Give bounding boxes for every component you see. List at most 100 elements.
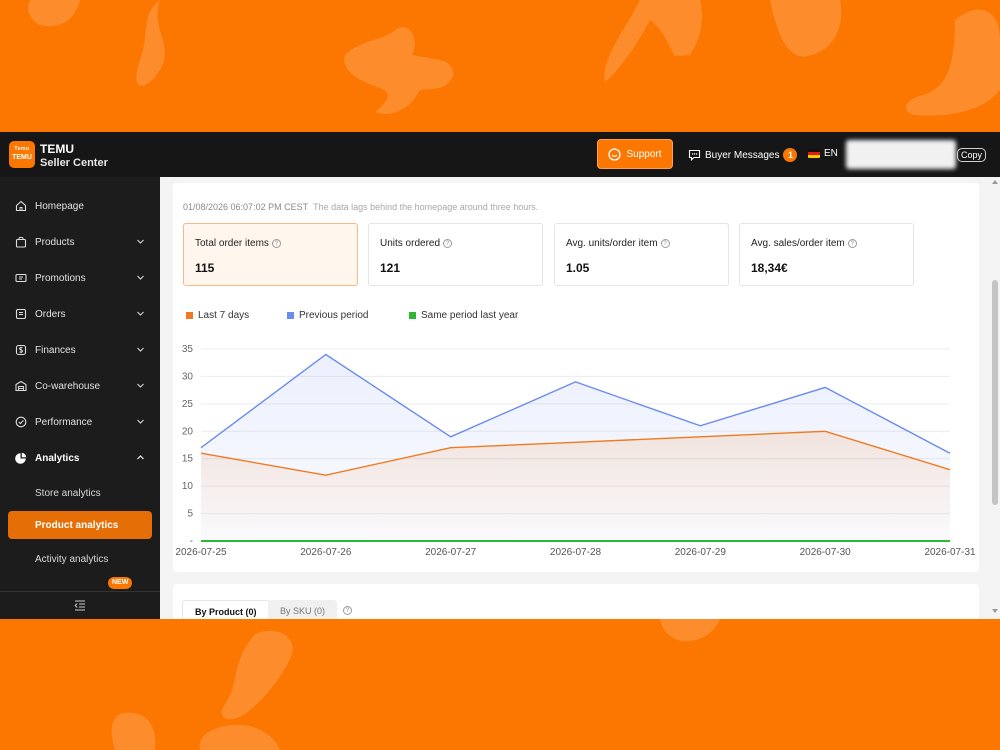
x-tick-label: 2026-07-26 bbox=[300, 547, 352, 558]
metric-card-total-order-items[interactable]: Total order items? 115 bbox=[183, 223, 358, 286]
metric-label: Total order items bbox=[195, 238, 269, 249]
page-scrollbar[interactable] bbox=[990, 177, 1000, 619]
support-label: Support bbox=[626, 148, 662, 160]
sidebar-subitem-label: Store analytics bbox=[35, 487, 101, 499]
dollar-icon bbox=[14, 343, 28, 357]
sidebar-item-promotions[interactable]: Promotions bbox=[0, 260, 160, 296]
sidebar-item-label: Products bbox=[35, 236, 75, 248]
chevron-up-icon bbox=[137, 455, 144, 460]
gauge-icon bbox=[14, 415, 28, 429]
metric-card-units-ordered[interactable]: Units ordered? 121 bbox=[368, 223, 543, 286]
sidebar-subitem-store-analytics[interactable]: Store analytics bbox=[8, 479, 152, 507]
decorative-shapes bbox=[28, 0, 1000, 116]
legend-item-previous-period[interactable]: Previous period bbox=[287, 310, 409, 321]
support-button[interactable]: Support bbox=[597, 139, 673, 169]
data-lag-note: The data lags behind the homepage around… bbox=[313, 202, 539, 212]
warehouse-icon bbox=[14, 379, 28, 393]
x-tick-label: 2026-07-25 bbox=[175, 547, 227, 558]
chevron-down-icon bbox=[137, 311, 144, 316]
ticket-icon bbox=[14, 271, 28, 285]
sidebar-item-label: Performance bbox=[35, 416, 93, 428]
legend-item-last-7-days[interactable]: Last 7 days bbox=[186, 310, 287, 321]
metric-label: Avg. units/order item bbox=[566, 238, 658, 249]
decorative-background-top bbox=[0, 0, 1000, 132]
legend-item-same-period-last-year[interactable]: Same period last year bbox=[409, 310, 518, 321]
chevron-down-icon bbox=[137, 275, 144, 280]
help-icon[interactable]: ? bbox=[443, 239, 453, 248]
germany-flag-icon bbox=[808, 149, 820, 158]
buyer-messages-button[interactable]: Buyer Messages 1 bbox=[688, 147, 798, 163]
sidebar-item-orders[interactable]: Orders bbox=[0, 296, 160, 332]
copy-button[interactable]: Copy bbox=[957, 148, 987, 162]
x-tick-label: 2026-07-27 bbox=[425, 547, 477, 558]
sidebar-item-co-warehouse[interactable]: Co-warehouse bbox=[0, 368, 160, 404]
tab-by-product[interactable]: By Product (0) bbox=[182, 600, 270, 619]
sidebar-item-products[interactable]: Products bbox=[0, 224, 160, 260]
help-icon[interactable]: ? bbox=[271, 239, 281, 248]
legend-swatch bbox=[287, 312, 294, 319]
sidebar-item-performance[interactable]: Performance bbox=[0, 404, 160, 440]
sidebar-subitem-activity-analytics[interactable]: Activity analytics bbox=[8, 545, 152, 573]
sidebar-subitem-label: Product analytics bbox=[35, 519, 119, 531]
legend-label: Previous period bbox=[299, 310, 369, 321]
chat-bubble-icon bbox=[608, 147, 622, 161]
chevron-down-icon bbox=[137, 383, 144, 388]
sidebar-item-label: Homepage bbox=[35, 200, 84, 212]
metric-label: Avg. sales/order item bbox=[751, 238, 845, 249]
sidebar-item-label: Promotions bbox=[35, 272, 86, 284]
legend-label: Last 7 days bbox=[198, 310, 250, 321]
sidebar: Homepage Products Promotions Orders Fina… bbox=[0, 177, 160, 619]
y-tick-label: 30 bbox=[182, 371, 194, 382]
pie-chart-icon bbox=[14, 451, 28, 465]
scroll-up-arrow-icon[interactable] bbox=[992, 180, 998, 184]
y-tick-label: 5 bbox=[187, 509, 193, 520]
sidebar-item-finances[interactable]: Finances bbox=[0, 332, 160, 368]
help-icon[interactable]: ? bbox=[660, 239, 670, 248]
sidebar-subitem-product-analytics[interactable]: Product analytics bbox=[8, 511, 152, 539]
collapse-sidebar-button[interactable] bbox=[0, 591, 160, 619]
logo-text: TEMU bbox=[12, 154, 32, 161]
account-info-redacted bbox=[846, 140, 956, 169]
order-items-chart: 35 30 25 20 15 10 5 -2026-07-25 2026-07-26 2026-0… bbox=[175, 344, 976, 558]
logo-text-small: Temu bbox=[14, 146, 30, 152]
sidebar-item-homepage[interactable]: Homepage bbox=[0, 188, 160, 224]
chevron-down-icon bbox=[137, 347, 144, 352]
tab-by-sku[interactable]: By SKU (0) bbox=[268, 600, 338, 619]
chevron-down-icon bbox=[137, 419, 144, 424]
y-tick-label: 35 bbox=[182, 344, 194, 355]
scroll-down-arrow-icon[interactable] bbox=[992, 609, 998, 613]
metric-label: Units ordered bbox=[380, 238, 441, 249]
y-tick-label: 15 bbox=[182, 454, 194, 465]
x-tick-label: 2026-07-30 bbox=[800, 547, 852, 558]
sidebar-item-label: Co-warehouse bbox=[35, 380, 101, 392]
temu-logo[interactable]: Temu TEMU bbox=[9, 141, 35, 168]
help-icon[interactable]: ? bbox=[343, 606, 352, 615]
main-content: 01/08/2026 06:07:02 PM CEST The data lags… bbox=[160, 177, 1000, 619]
sidebar-item-analytics[interactable]: Analytics bbox=[0, 440, 160, 476]
y-tick-label: 10 bbox=[182, 481, 194, 492]
new-badge: NEW bbox=[108, 577, 133, 589]
x-tick-label: 2026-07-29 bbox=[675, 547, 727, 558]
language-selector[interactable]: EN bbox=[808, 148, 838, 159]
buyer-messages-label: Buyer Messages bbox=[705, 149, 780, 161]
help-icon[interactable]: ? bbox=[847, 239, 857, 248]
metric-card-avg-units-per-order-item[interactable]: Avg. units/order item? 1.05 bbox=[554, 223, 729, 286]
product-analytics-card: 01/08/2026 06:07:02 PM CEST The data lags… bbox=[173, 183, 979, 572]
legend-label: Same period last year bbox=[421, 310, 519, 321]
brand-subtitle: Seller Center bbox=[40, 157, 108, 169]
metric-card-avg-sales-per-order-item[interactable]: Avg. sales/order item? 18,34€ bbox=[739, 223, 914, 286]
legend-swatch bbox=[409, 312, 416, 319]
metric-value: 121 bbox=[380, 261, 401, 275]
chart-legend: Last 7 days Previous period Same period … bbox=[186, 310, 518, 321]
top-bar: Temu TEMU TEMU Seller Center Support Buy… bbox=[0, 132, 1000, 177]
decorative-background-bottom bbox=[0, 619, 1000, 750]
data-timestamp: 01/08/2026 06:07:02 PM CEST The data lags… bbox=[183, 202, 538, 212]
home-icon bbox=[14, 199, 28, 213]
unread-count-badge: 1 bbox=[783, 148, 798, 162]
sidebar-subitem-label: Activity analytics bbox=[35, 553, 109, 565]
scrollbar-thumb[interactable] bbox=[992, 280, 998, 505]
metric-value: 18,34€ bbox=[751, 261, 788, 275]
timestamp-value: 01/08/2026 06:07:02 PM CEST bbox=[183, 202, 309, 212]
sidebar-item-label: Analytics bbox=[35, 452, 80, 464]
collapse-menu-icon bbox=[74, 600, 85, 611]
